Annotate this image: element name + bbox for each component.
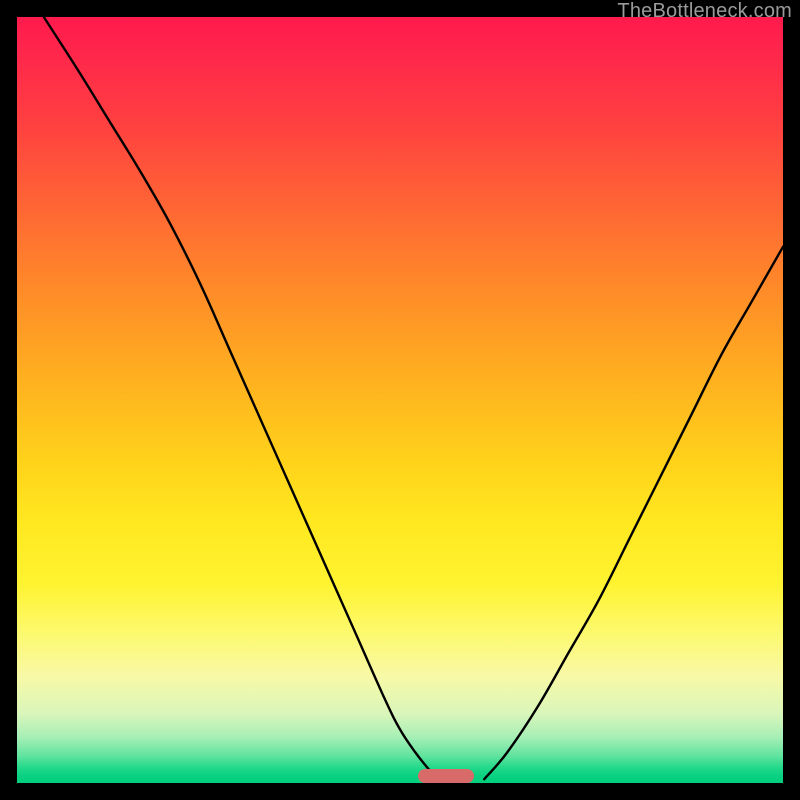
- chart-frame: TheBottleneck.com: [0, 0, 800, 800]
- watermark-text: TheBottleneck.com: [617, 0, 792, 23]
- bottleneck-curve: [17, 17, 783, 783]
- optimal-marker: [418, 769, 473, 783]
- curve-path: [44, 17, 783, 779]
- plot-area: [17, 17, 783, 783]
